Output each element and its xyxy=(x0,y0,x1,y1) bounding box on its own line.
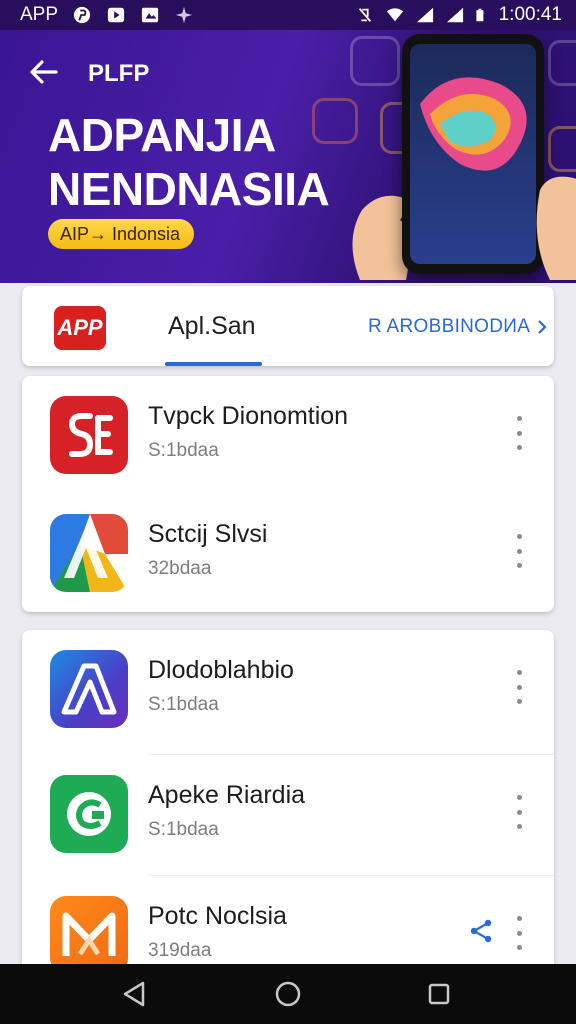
more-options-icon[interactable] xyxy=(512,670,526,704)
more-options-icon[interactable] xyxy=(512,795,526,829)
red-s-icon xyxy=(50,396,128,474)
app-meta: S:1bdaa xyxy=(148,819,219,840)
back-icon[interactable] xyxy=(119,979,149,1009)
back-arrow-icon[interactable] xyxy=(28,56,60,88)
hand-illustration-2 xyxy=(536,176,576,280)
decor-square-icon xyxy=(350,36,400,86)
app-logo: APP xyxy=(54,306,106,350)
youtube-icon xyxy=(107,7,125,23)
status-app-label: APP xyxy=(20,4,59,25)
app-list-card-2: Dlodoblahbio S:1bdaa Apeke Riardia S:1bd… xyxy=(22,630,554,974)
tab-active-indicator xyxy=(165,362,262,366)
hero-title-line-2: NENDNASIIA xyxy=(48,163,330,215)
app-meta: S:1bdaa xyxy=(148,694,219,715)
hero-banner: PLFP ADPANJIA NENDNASIIA AIP→ Indonsia xyxy=(0,30,576,283)
hero-label: PLFP xyxy=(88,60,150,87)
list-item[interactable]: Tvpck Dionomtion S:1bdaa xyxy=(22,376,554,496)
app-name: Apeke Riardia xyxy=(148,781,306,809)
app-name: Potc Noclsia xyxy=(148,902,287,930)
list-item[interactable]: Apeke Riardia S:1bdaa xyxy=(22,755,554,875)
home-icon[interactable] xyxy=(273,979,303,1009)
app-meta: 319daa xyxy=(148,940,212,961)
phone-illustration xyxy=(402,34,544,274)
recents-icon[interactable] xyxy=(424,979,454,1009)
region-pill[interactable]: AIP→ Indonsia xyxy=(48,219,195,249)
multicolor-a-icon xyxy=(50,514,128,592)
tab-more-link[interactable]: R AROBBINODИA xyxy=(368,316,548,338)
list-item[interactable]: Sctcij Slvsi 32bdaa xyxy=(22,494,554,614)
app-name: Tvpck Dionomtion xyxy=(148,402,349,430)
status-bar: APP 1:00:41 xyxy=(0,0,576,30)
green-c-icon xyxy=(50,775,128,853)
hero-title-line-1: ADPANJIA xyxy=(48,109,276,161)
tab-card: APP Apl.San R AROBBINODИA xyxy=(22,286,554,366)
status-time: 1:00:41 xyxy=(498,4,562,25)
pinterest-icon xyxy=(73,6,91,24)
tab-apps[interactable]: Apl.San xyxy=(168,312,256,341)
app-name: Sctcij Slvsi xyxy=(148,520,268,548)
sparkle-icon xyxy=(175,6,193,24)
app-list-card-1: Tvpck Dionomtion S:1bdaa Sctcij Slvsi 32… xyxy=(22,376,554,612)
chevron-right-icon xyxy=(538,320,547,334)
signal-icon-2 xyxy=(446,7,463,23)
more-options-icon[interactable] xyxy=(512,916,526,950)
battery-icon xyxy=(475,8,483,22)
share-icon[interactable] xyxy=(468,918,494,944)
more-options-icon[interactable] xyxy=(512,416,526,450)
app-meta: S:1bdaa xyxy=(148,440,219,461)
signal-icon xyxy=(416,7,433,23)
tab-more-label: R AROBBINODИA xyxy=(368,316,531,337)
app-name: Dlodoblahbio xyxy=(148,656,294,684)
orange-m-icon xyxy=(50,896,128,974)
hero-title: ADPANJIA NENDNASIIA xyxy=(48,108,330,216)
vibrate-icon xyxy=(358,8,371,22)
photo-icon xyxy=(141,7,159,23)
wifi-icon xyxy=(386,8,403,22)
list-item[interactable]: Dlodoblahbio S:1bdaa xyxy=(22,630,554,750)
decor-square-icon-2 xyxy=(548,40,576,86)
blue-a-icon xyxy=(50,650,128,728)
app-meta: 32bdaa xyxy=(148,558,212,579)
more-options-icon[interactable] xyxy=(512,534,526,568)
system-nav-bar xyxy=(0,964,576,1024)
phone-wallpaper xyxy=(420,77,527,171)
